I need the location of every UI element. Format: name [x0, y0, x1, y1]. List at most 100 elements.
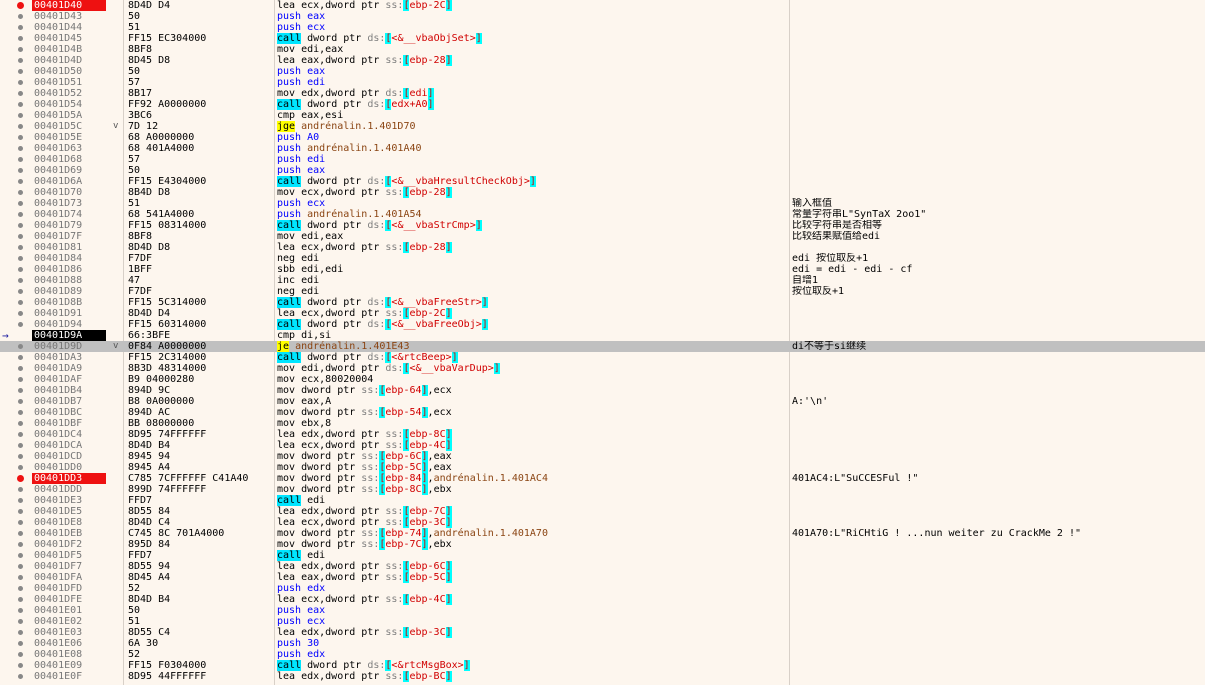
instruction[interactable]: jge andrénalin.1.401D70	[277, 121, 789, 132]
comment[interactable]	[792, 297, 1205, 308]
comment[interactable]	[792, 440, 1205, 451]
comment[interactable]: 自增1	[792, 275, 1205, 286]
gutter[interactable]	[0, 473, 32, 484]
gutter[interactable]	[0, 154, 32, 165]
disasm-row[interactable]: 00401D81 8D4D D8 lea ecx,dword ptr ss:[ebp…	[0, 242, 1205, 253]
breakpoint-slot-icon[interactable]	[18, 168, 23, 173]
breakpoint-slot-icon[interactable]	[18, 564, 23, 569]
disasm-row[interactable]: 00401DCD 8945 94 mov dword ptr ss:[ebp-6C]…	[0, 451, 1205, 462]
disasm-row[interactable]: 00401D86 1BFF sbb edi,edi edi = edi - edi -…	[0, 264, 1205, 275]
breakpoint-slot-icon[interactable]	[18, 36, 23, 41]
disasm-row[interactable]: 00401D94 FF15 60314000 call dword ptr ds:[…	[0, 319, 1205, 330]
address[interactable]: 00401DF5	[32, 550, 106, 561]
instruction[interactable]: push andrénalin.1.401A40	[277, 143, 789, 154]
gutter[interactable]	[0, 110, 32, 121]
breakpoint-slot-icon[interactable]	[18, 355, 23, 360]
gutter[interactable]	[0, 88, 32, 99]
disasm-row[interactable]: 00401DF7 8D55 94 lea edx,dword ptr ss:[ebp…	[0, 561, 1205, 572]
breakpoint-slot-icon[interactable]	[18, 454, 23, 459]
disasm-row[interactable]: 00401D40 8D4D D4 lea ecx,dword ptr ss:[ebp…	[0, 0, 1205, 11]
address[interactable]: 00401DE3	[32, 495, 106, 506]
gutter[interactable]	[0, 517, 32, 528]
breakpoint-slot-icon[interactable]	[18, 300, 23, 305]
address[interactable]: 00401D86	[32, 264, 106, 275]
instruction[interactable]: call dword ptr ds:[<&rtcBeep>]	[277, 352, 789, 363]
instruction[interactable]: sbb edi,edi	[277, 264, 789, 275]
gutter[interactable]	[0, 176, 32, 187]
instruction[interactable]: mov dword ptr ss:[ebp-74],andrénalin.1.4…	[277, 528, 789, 539]
disasm-row[interactable]: 00401E03 8D55 C4 lea edx,dword ptr ss:[ebp…	[0, 627, 1205, 638]
gutter[interactable]	[0, 253, 32, 264]
breakpoint-slot-icon[interactable]	[18, 597, 23, 602]
gutter[interactable]	[0, 132, 32, 143]
address[interactable]: 00401DF7	[32, 561, 106, 572]
breakpoint-slot-icon[interactable]	[18, 366, 23, 371]
address[interactable]: 00401D43	[32, 11, 106, 22]
instruction[interactable]: mov dword ptr ss:[ebp-6C],eax	[277, 451, 789, 462]
address[interactable]: 00401E02	[32, 616, 106, 627]
disasm-row[interactable]: 00401DFE 8D4D B4 lea ecx,dword ptr ss:[ebp…	[0, 594, 1205, 605]
comment[interactable]	[792, 363, 1205, 374]
disasm-row[interactable]: 00401D88 47 inc edi 自增1	[0, 275, 1205, 286]
breakpoint-slot-icon[interactable]	[18, 135, 23, 140]
breakpoint-slot-icon[interactable]	[18, 102, 23, 107]
comment[interactable]: 401A70:L"RiCHtiG ! ...nun weiter zu Crac…	[792, 528, 1205, 539]
address[interactable]: 00401DFD	[32, 583, 106, 594]
comment[interactable]	[792, 605, 1205, 616]
disasm-row[interactable]: 00401DD0 8945 A4 mov dword ptr ss:[ebp-5C]…	[0, 462, 1205, 473]
instruction[interactable]: lea eax,dword ptr ss:[ebp-28]	[277, 55, 789, 66]
comment[interactable]	[792, 0, 1205, 11]
disasm-row[interactable]: 00401D6A FF15 E4304000 call dword ptr ds:[…	[0, 176, 1205, 187]
address[interactable]: 00401DA3	[32, 352, 106, 363]
instruction[interactable]: mov dword ptr ss:[ebp-54],ecx	[277, 407, 789, 418]
gutter[interactable]	[0, 22, 32, 33]
comment[interactable]	[792, 132, 1205, 143]
gutter[interactable]	[0, 341, 32, 352]
address[interactable]: 00401D50	[32, 66, 106, 77]
gutter[interactable]	[0, 616, 32, 627]
comment[interactable]	[792, 638, 1205, 649]
gutter[interactable]	[0, 451, 32, 462]
address[interactable]: 00401D84	[32, 253, 106, 264]
disasm-row[interactable]: 00401DBF BB 08000000 mov ebx,8	[0, 418, 1205, 429]
breakpoint-slot-icon[interactable]	[18, 377, 23, 382]
instruction[interactable]: mov ecx,dword ptr ss:[ebp-28]	[277, 187, 789, 198]
gutter[interactable]	[0, 396, 32, 407]
address[interactable]: 00401D5A	[32, 110, 106, 121]
comment[interactable]	[792, 154, 1205, 165]
instruction[interactable]: neg edi	[277, 253, 789, 264]
gutter[interactable]	[0, 198, 32, 209]
gutter[interactable]	[0, 220, 32, 231]
disasm-row[interactable]: 00401D89 F7DF neg edi 按位取反+1	[0, 286, 1205, 297]
breakpoint-slot-icon[interactable]	[18, 553, 23, 558]
address[interactable]: 00401DE5	[32, 506, 106, 517]
address[interactable]: 00401D9A	[32, 330, 106, 341]
comment[interactable]	[792, 660, 1205, 671]
breakpoint-slot-icon[interactable]	[18, 278, 23, 283]
breakpoint-slot-icon[interactable]	[18, 14, 23, 19]
comment[interactable]	[792, 55, 1205, 66]
instruction[interactable]: push edx	[277, 649, 789, 660]
disasm-row[interactable]: 00401DE3 FFD7 call edi	[0, 495, 1205, 506]
gutter[interactable]	[0, 11, 32, 22]
breakpoint-slot-icon[interactable]	[18, 113, 23, 118]
address[interactable]: 00401E08	[32, 649, 106, 660]
gutter[interactable]	[0, 231, 32, 242]
breakpoint-slot-icon[interactable]	[18, 641, 23, 646]
disasm-row[interactable]: 00401D70 8B4D D8 mov ecx,dword ptr ss:[ebp…	[0, 187, 1205, 198]
disasm-row[interactable]: 00401D4B 8BF8 mov edi,eax	[0, 44, 1205, 55]
instruction[interactable]: mov dword ptr ss:[ebp-8C],ebx	[277, 484, 789, 495]
comment[interactable]: edi 按位取反+1	[792, 253, 1205, 264]
address[interactable]: 00401D4D	[32, 55, 106, 66]
address[interactable]: 00401DFE	[32, 594, 106, 605]
breakpoint-slot-icon[interactable]	[18, 608, 23, 613]
disasm-row[interactable]: 00401DA9 8B3D 48314000 mov edi,dword ptr d…	[0, 363, 1205, 374]
gutter[interactable]	[0, 539, 32, 550]
disasm-row[interactable]: 00401DD3 C785 7CFFFFFF C41A40 mov dword pt…	[0, 473, 1205, 484]
breakpoint-slot-icon[interactable]	[18, 245, 23, 250]
gutter[interactable]	[0, 264, 32, 275]
instruction[interactable]: neg edi	[277, 286, 789, 297]
disasm-row[interactable]: 00401D44 51 push ecx	[0, 22, 1205, 33]
gutter[interactable]	[0, 638, 32, 649]
gutter[interactable]	[0, 165, 32, 176]
